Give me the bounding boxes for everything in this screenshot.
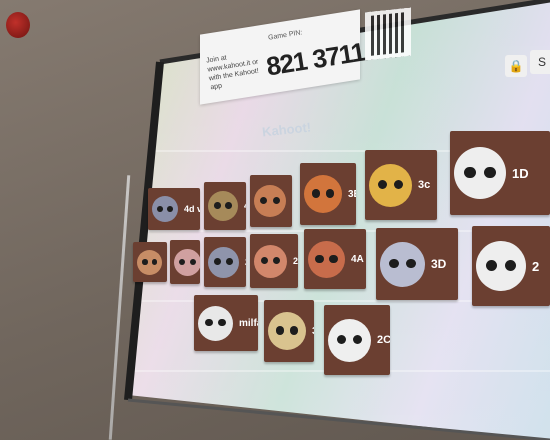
player-name: 4A — [351, 253, 364, 265]
wolf-icon — [380, 241, 425, 287]
player-name: 2 — [532, 258, 540, 274]
start-button[interactable]: S — [530, 50, 550, 74]
skull-hat-icon — [476, 241, 526, 291]
player-name: 2A — [293, 256, 298, 266]
wolf-icon — [208, 246, 239, 278]
wolf-icon — [152, 196, 178, 222]
fox-icon — [308, 240, 345, 278]
monkey-icon — [254, 244, 287, 278]
player-name: 1D — [512, 165, 529, 181]
player-name: 4d vpered — [184, 204, 200, 214]
player-name: 2B — [239, 257, 246, 267]
monkey-icon — [254, 185, 286, 217]
monkey-icon — [137, 249, 162, 275]
player-tile[interactable]: 3E — [300, 163, 356, 225]
skull-icon — [208, 191, 238, 221]
player-tile[interactable]: 3F — [170, 240, 200, 284]
player-tile[interactable]: 4d vpered — [148, 188, 200, 230]
monkey-icon — [268, 312, 306, 350]
player-name: 1a — [286, 196, 292, 206]
player-name: 3b — [306, 326, 314, 337]
skull-icon — [328, 318, 371, 362]
player-tile[interactable]: milfaman — [194, 295, 258, 351]
bird-icon — [369, 163, 412, 207]
fox-icon — [304, 175, 342, 213]
player-tile[interactable]: 2C — [324, 305, 390, 375]
lock-button[interactable]: 🔒 — [505, 55, 527, 77]
player-name: 3E — [348, 188, 356, 200]
player-tile[interactable]: 2 — [472, 226, 550, 306]
player-tile[interactable]: 3b — [264, 300, 314, 362]
player-name: 3D — [431, 257, 447, 271]
player-name: 2C — [377, 334, 390, 346]
player-tile[interactable]: 2B — [204, 237, 246, 287]
player-tile[interactable]: 4C — [204, 182, 246, 230]
qr-code — [365, 7, 411, 61]
player-name: 3Y — [162, 259, 167, 266]
skull-helmet-icon — [454, 147, 506, 199]
player-tile[interactable]: 2A — [250, 234, 298, 288]
player-tile[interactable]: 1a — [250, 175, 292, 227]
player-tile[interactable]: 4A — [304, 229, 366, 289]
player-tile[interactable]: 3Y — [133, 242, 167, 282]
player-tile[interactable]: 3c — [365, 150, 437, 220]
pig-icon — [174, 248, 200, 276]
player-tile[interactable]: 1D — [450, 131, 550, 215]
player-name: 3c — [418, 179, 431, 191]
alien-icon — [198, 305, 233, 341]
player-name: milfaman — [239, 317, 258, 329]
player-name: 4C — [238, 201, 246, 211]
player-tile[interactable]: 3D — [376, 228, 458, 300]
